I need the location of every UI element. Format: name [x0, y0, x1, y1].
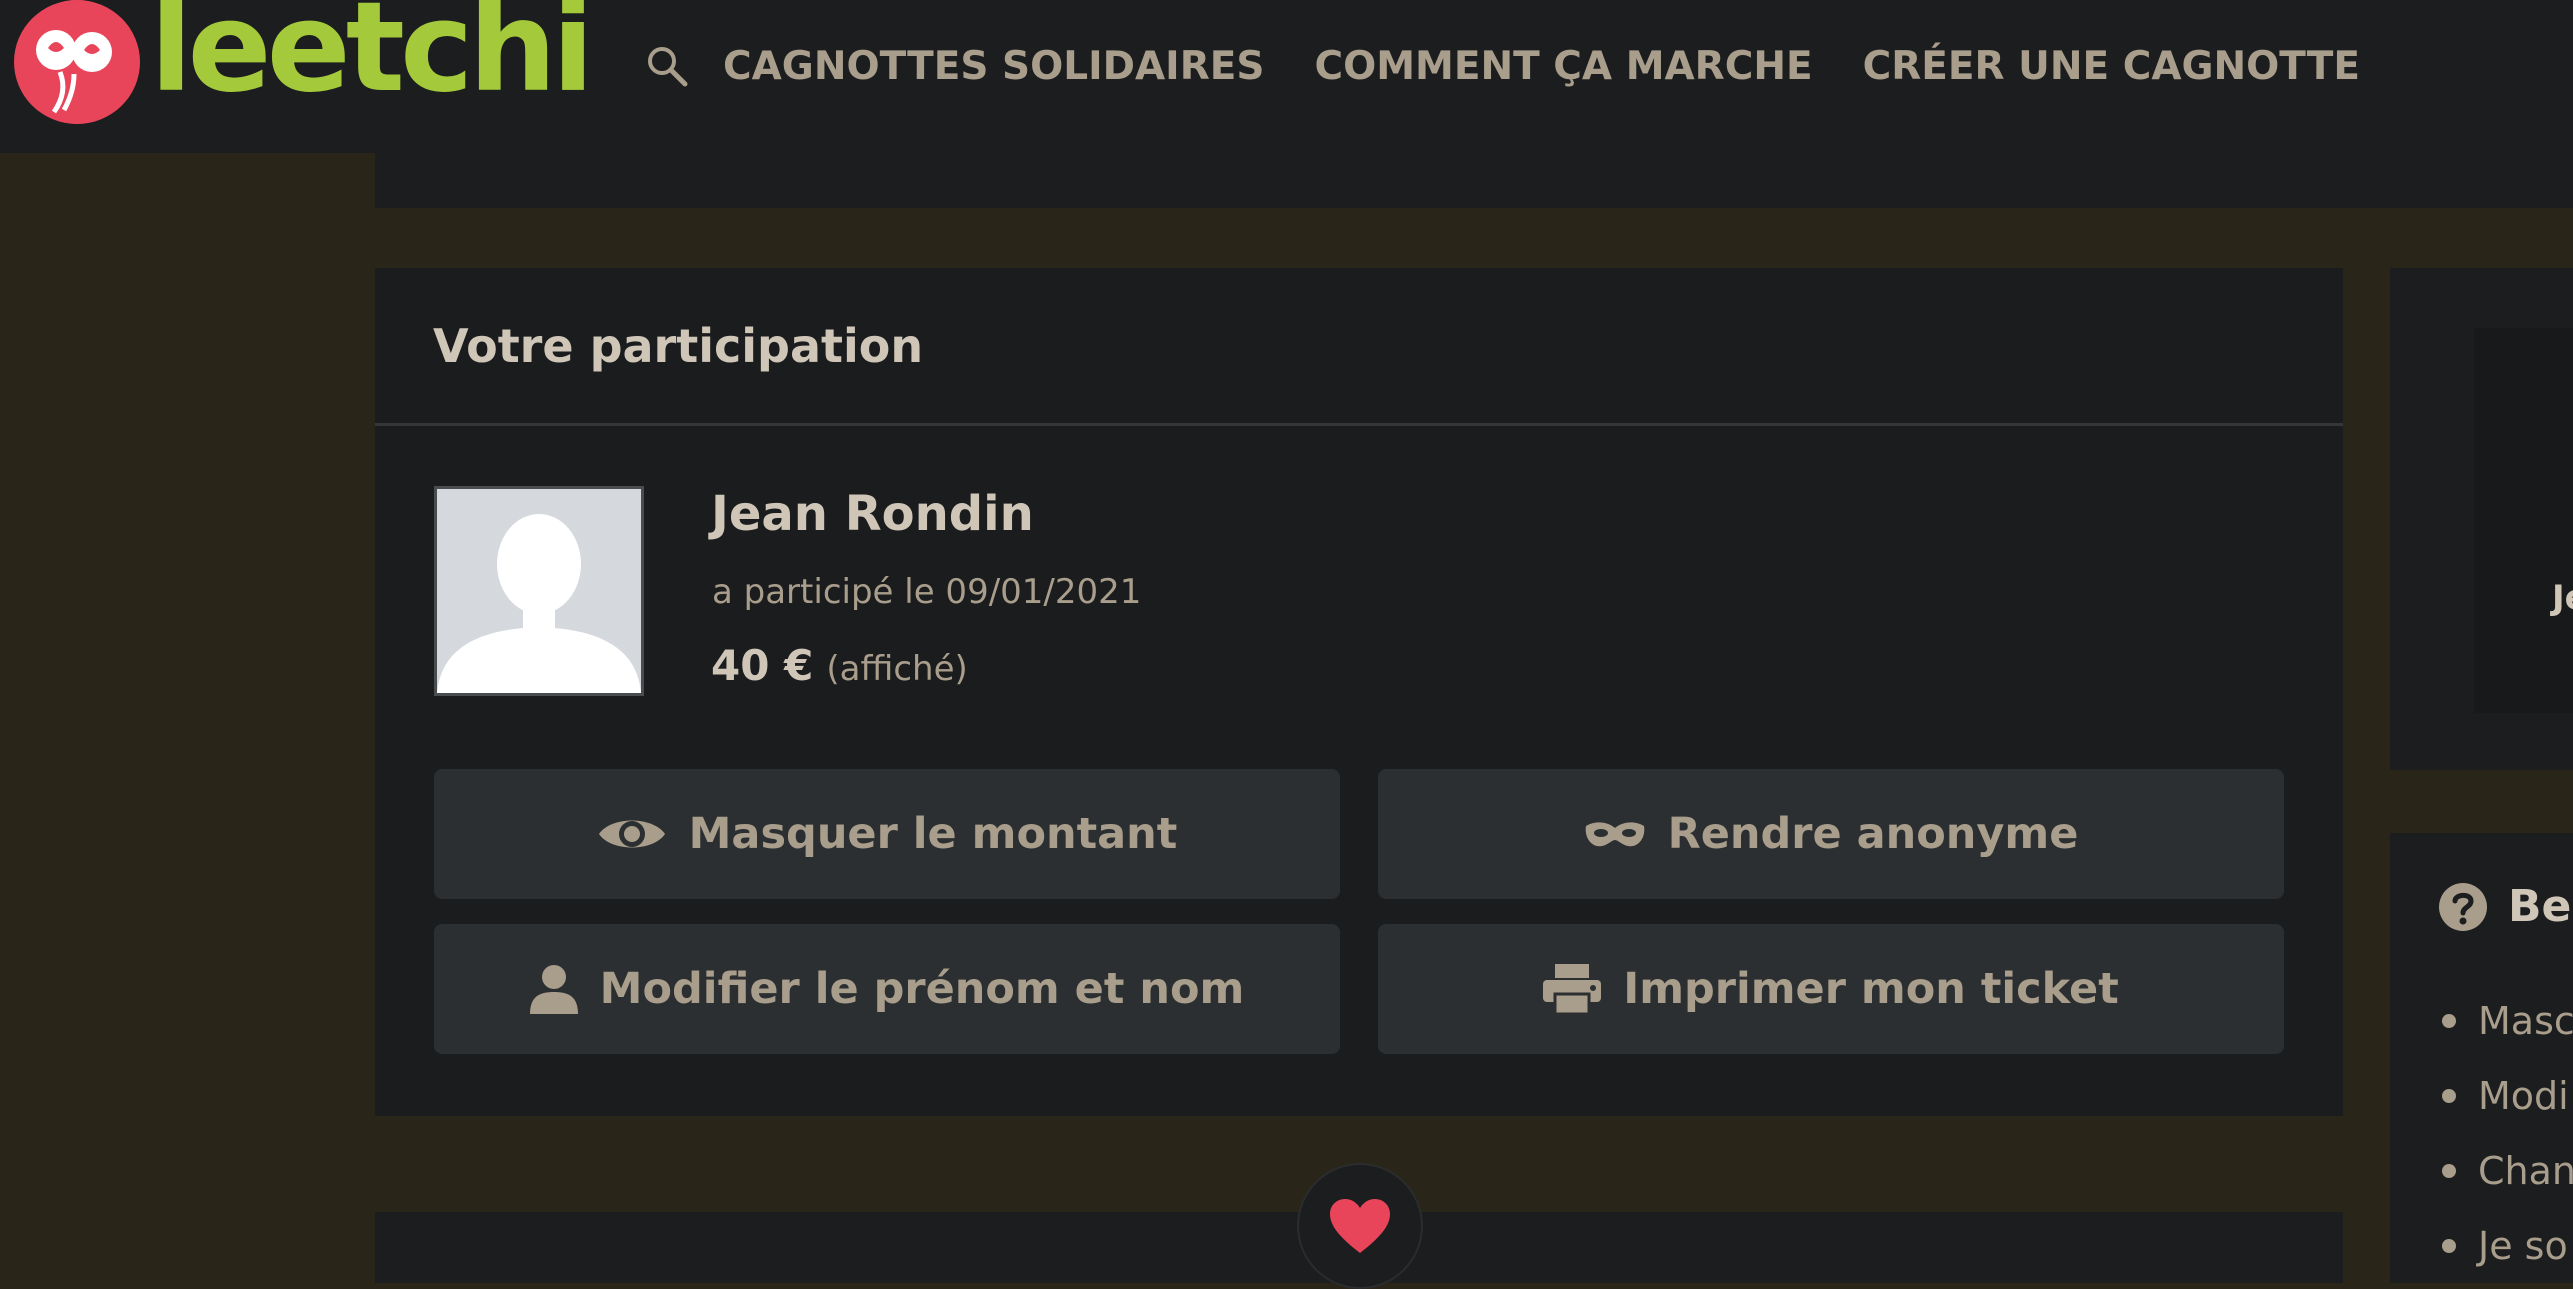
hide-amount-button[interactable]: Masquer le montant [434, 769, 1340, 899]
question-circle-icon [2439, 882, 2487, 931]
eye-icon [597, 812, 667, 856]
amount-visibility-status: (affiché) [826, 649, 968, 689]
anonymize-label: Rendre anonyme [1667, 809, 2079, 859]
edit-name-label: Modifier le prénom et nom [599, 964, 1245, 1014]
heart-badge[interactable] [1297, 1163, 1423, 1289]
nav-creer-une-cagnotte[interactable]: CRÉER UNE CAGNOTTE [1863, 44, 2360, 89]
anonymize-button[interactable]: Rendre anonyme [1378, 769, 2284, 899]
main-nav: CAGNOTTES SOLIDAIRES COMMENT ÇA MARCHE C… [643, 36, 2410, 96]
nav-comment-ca-marche[interactable]: COMMENT ÇA MARCHE [1314, 44, 1812, 89]
top-content-strip [375, 153, 2573, 208]
user-icon [529, 964, 578, 1014]
heart-icon [1330, 1199, 1390, 1253]
hide-amount-label: Masquer le montant [688, 809, 1178, 859]
default-user-avatar-icon [437, 489, 641, 693]
participation-amount: 40 € [711, 641, 814, 690]
help-link-item[interactable]: Masc [2442, 983, 2573, 1058]
leetchi-logo-icon[interactable] [14, 0, 140, 124]
help-link-item[interactable]: Chan [2442, 1133, 2573, 1208]
sidebar-card-text: Je [2552, 578, 2573, 618]
leetchi-logo-text[interactable]: leetchi [150, 0, 594, 110]
avatar [434, 486, 644, 696]
search-icon[interactable] [643, 42, 691, 90]
participation-title: Votre participation [433, 318, 924, 373]
sidebar-help-box: Bes Masc Modi Chan Je so [2390, 833, 2573, 1283]
help-link-item[interactable]: Je so [2442, 1208, 2573, 1283]
print-ticket-button[interactable]: Imprimer mon ticket [1378, 924, 2284, 1054]
help-title: Bes [2508, 881, 2573, 932]
participation-amount-line: 40 € (affiché) [711, 641, 968, 690]
nav-cagnottes-solidaires[interactable]: CAGNOTTES SOLIDAIRES [723, 44, 1264, 89]
top-navigation-bar: leetchi CAGNOTTES SOLIDAIRES COMMENT ÇA … [0, 0, 2573, 153]
participation-card: Votre participation Jean Rondin a partic… [375, 268, 2343, 1116]
participation-card-header: Votre participation [375, 268, 2343, 426]
participant-name: Jean Rondin [711, 486, 1034, 542]
printer-icon [1543, 964, 1602, 1014]
sidebar-cagnotte-card: Je [2390, 268, 2573, 770]
help-links-list: Masc Modi Chan Je so [2442, 983, 2573, 1283]
print-ticket-label: Imprimer mon ticket [1623, 964, 2119, 1014]
sidebar-card-inner [2474, 328, 2573, 713]
edit-name-button[interactable]: Modifier le prénom et nom [434, 924, 1340, 1054]
participation-date: a participé le 09/01/2021 [712, 572, 1142, 612]
help-link-item[interactable]: Modi [2442, 1058, 2573, 1133]
help-header: Bes [2438, 881, 2573, 932]
mask-icon [1584, 818, 1646, 850]
